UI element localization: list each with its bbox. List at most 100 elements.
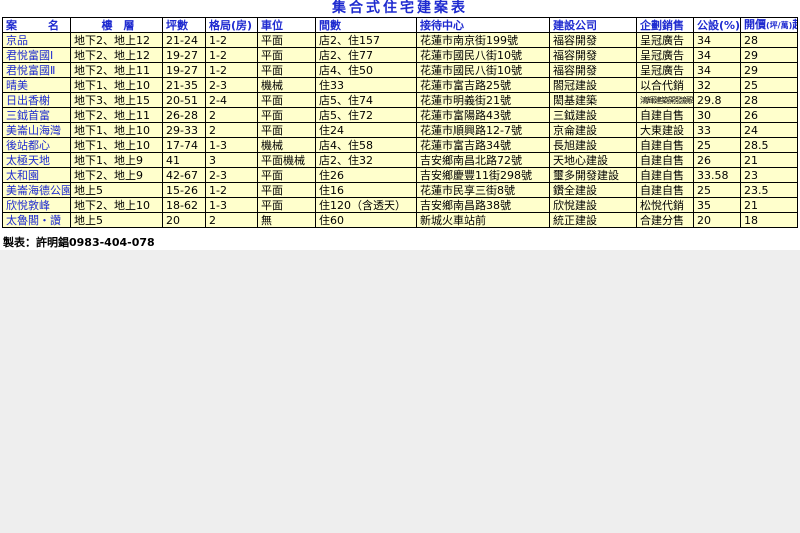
cell-size: 29-33 [162,122,206,138]
cell-sales: 以合代銷 [636,77,694,93]
page-title: 集合式住宅建案表 [332,0,468,16]
cell-layout: 1-3 [205,197,258,213]
cell-builder: 天地心建設 [549,152,637,168]
cell-sales: 呈冠廣告 [636,62,694,78]
cell-units: 店4、住50 [315,62,417,78]
table-row: 太極天地 地下1、地上9 41 3 平面機械 店2、住32 吉安鄉南昌北路72號 天地心建設自… [2,152,798,168]
cell-parking: 平面 [257,122,316,138]
cell-name: 後站都心 [2,137,71,153]
cell-units: 住26 [315,167,417,183]
cell-sales: 自建自售 [636,107,694,123]
cell-layout: 1-3 [205,137,258,153]
cell-name: 日出香榭 [2,92,71,108]
cell-units: 店5、住72 [315,107,417,123]
table-row: 太魯閣・讚 地上5 20 2 無住60 新城火車站前 統正建設 合建分售 20 18 [2,212,798,228]
cell-parking: 平面 [257,107,316,123]
table-row: 三鉞首富 地下2、地上11 26-28 2 平面 店5、住72 花蓮市富陽路43號 三鉞建設自… [2,107,798,123]
table-row: 君悅富國Ⅱ 地下2、地上11 19-27 1-2 平面 店4、住50 花蓮市國民八街10號福… [2,62,798,78]
footer-credit: 製表：許明錩0983-404-078 [3,236,155,249]
cell-common-ratio: 33.58 [693,167,741,183]
cell-units: 住24 [315,122,417,138]
cell-sales: 鴻輝建築開發顧問有限公司 [636,92,694,108]
cell-common-ratio: 35 [693,197,741,213]
cell-reception: 花蓮市國民八街10號 [416,47,550,63]
cell-floors: 地下2、地上12 [70,32,163,48]
cell-sales: 自建自售 [636,137,694,153]
cell-name: 君悅富國Ⅱ [2,62,71,78]
cell-layout: 2 [205,122,258,138]
header-name: 案 名 [2,17,71,33]
cell-builder: 欣悅建設 [549,197,637,213]
cell-common-ratio: 30 [693,107,741,123]
cell-units: 店5、住74 [315,92,417,108]
cell-size: 15-26 [162,182,206,198]
table-row: 太和園 地下2、地上9 42-67 2-3 平面 住26 吉安鄉慶豐11街298號 璽多開發建… [2,167,798,183]
header-floors: 樓 層 [70,17,163,33]
cell-floors: 地下2、地上10 [70,197,163,213]
cell-name: 美崙山海灣 [2,122,71,138]
spreadsheet-page: 集合式住宅建案表 案 名 樓 層 坪數 格局(房) 車位 間數 接待中心 建設公… [0,0,800,250]
table-body: 京品 地下2、地上12 21-24 1-2 平面 店2、住157 花蓮市南京街199號 福容開… [2,32,798,228]
cell-common-ratio: 33 [693,122,741,138]
header-units: 間數 [315,17,417,33]
cell-reception: 吉安鄉南昌北路72號 [416,152,550,168]
header-parking: 車位 [257,17,316,33]
cell-layout: 3 [205,152,258,168]
cell-reception: 花蓮市順興路12-7號 [416,122,550,138]
cell-units: 店2、住157 [315,32,417,48]
cell-builder: 長旭建設 [549,137,637,153]
cell-price: 29 [740,47,798,63]
cell-sales: 自建自售 [636,167,694,183]
cell-floors: 地下2、地上9 [70,167,163,183]
cell-builder: 福容開發 [549,47,637,63]
table-row: 美崙山海灣 地下1、地上10 29-33 2 平面 住24 花蓮市順興路12-7號 京侖建設大… [2,122,798,138]
cell-builder: 福容開發 [549,32,637,48]
cell-layout: 2-3 [205,77,258,93]
cell-common-ratio: 20 [693,212,741,228]
cell-price: 28 [740,32,798,48]
cell-sales: 大東建設 [636,122,694,138]
cell-floors: 地上5 [70,182,163,198]
housing-table: 案 名 樓 層 坪數 格局(房) 車位 間數 接待中心 建設公司 企劃銷售 公設… [2,17,798,228]
table-row: 後站都心 地下1、地上10 17-74 1-3 機械 店4、住58 花蓮市富吉路34號 長旭建… [2,137,798,153]
cell-parking: 平面 [257,197,316,213]
cell-layout: 1-2 [205,62,258,78]
cell-floors: 地下1、地上10 [70,122,163,138]
cell-common-ratio: 34 [693,47,741,63]
cell-name: 晴美 [2,77,71,93]
cell-size: 19-27 [162,47,206,63]
cell-layout: 1-2 [205,32,258,48]
cell-layout: 2-4 [205,92,258,108]
cell-floors: 地下2、地上11 [70,107,163,123]
cell-layout: 2 [205,212,258,228]
cell-size: 18-62 [162,197,206,213]
cell-common-ratio: 34 [693,62,741,78]
table-row: 日出香榭 地下3、地上15 20-51 2-4 平面 店5、住74 花蓮市明義街21號 閎基建… [2,92,798,108]
cell-units: 住16 [315,182,417,198]
cell-reception: 花蓮市民享三街8號 [416,182,550,198]
cell-size: 20 [162,212,206,228]
cell-builder: 閤冠建設 [549,77,637,93]
cell-units: 住60 [315,212,417,228]
cell-price: 26 [740,107,798,123]
cell-size: 21-35 [162,77,206,93]
cell-floors: 地下1、地上10 [70,137,163,153]
cell-sales-text: 鴻輝建築開發顧問有限公司 [640,96,693,105]
header-price-main: 開價 [744,18,766,32]
cell-name: 太和園 [2,167,71,183]
cell-parking: 平面 [257,47,316,63]
cell-size: 42-67 [162,167,206,183]
cell-floors: 地下2、地上11 [70,62,163,78]
header-price-unit: (坪/萬) [766,21,793,30]
cell-builder: 璽多開發建設 [549,167,637,183]
cell-name: 欣悅敦峰 [2,197,71,213]
cell-floors: 地下3、地上15 [70,92,163,108]
cell-sales: 自建自售 [636,182,694,198]
cell-parking: 機械 [257,137,316,153]
cell-builder: 閎基建築 [549,92,637,108]
table-row: 京品 地下2、地上12 21-24 1-2 平面 店2、住157 花蓮市南京街199號 福容開… [2,32,798,48]
cell-sales: 呈冠廣告 [636,32,694,48]
cell-reception: 花蓮市富吉路25號 [416,77,550,93]
cell-price: 25 [740,77,798,93]
cell-name: 太魯閣・讚 [2,212,71,228]
